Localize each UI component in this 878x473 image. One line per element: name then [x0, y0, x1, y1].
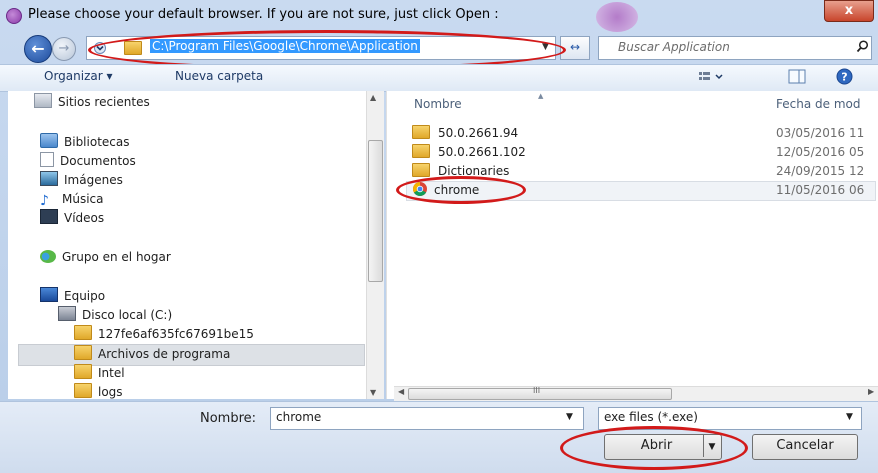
file-date: 03/05/2016 11	[776, 126, 865, 140]
column-header-name[interactable]: Nombre	[414, 97, 462, 111]
close-button[interactable]: x	[824, 0, 874, 22]
back-button[interactable]: ←	[24, 35, 52, 63]
scroll-up-icon[interactable]: ▲	[370, 93, 376, 102]
search-placeholder: Buscar Application	[618, 40, 730, 54]
file-date: 12/05/2016 05	[776, 145, 865, 159]
forward-button[interactable]: →	[52, 37, 76, 61]
file-date: 24/09/2015 12	[776, 164, 865, 178]
scroll-down-icon[interactable]: ▼	[370, 388, 376, 397]
sidebar-item-recent[interactable]: Sitios recientes	[34, 93, 150, 112]
chrome-annotation-ellipse	[396, 176, 526, 204]
cancel-button[interactable]: Cancelar	[752, 434, 858, 460]
drive-icon	[58, 306, 76, 321]
organize-menu[interactable]: Organizar ▾	[44, 69, 113, 83]
sort-ascending-icon: ▲	[538, 92, 544, 100]
music-icon: ♪	[40, 193, 49, 209]
folder-icon	[412, 125, 430, 139]
file-type-value: exe files (*.exe)	[604, 410, 698, 424]
folder-icon	[74, 325, 92, 340]
filename-value[interactable]: chrome	[276, 410, 321, 424]
sidebar-item-libraries[interactable]: Bibliotecas	[40, 133, 129, 152]
computer-icon	[40, 287, 58, 302]
filename-dropdown-icon[interactable]: ▼	[566, 412, 573, 422]
filename-label: Nombre:	[200, 411, 257, 426]
column-header-date[interactable]: Fecha de mod	[776, 97, 860, 111]
folder-icon	[412, 144, 430, 158]
open-annotation-ellipse	[560, 426, 748, 470]
sidebar-scroll-thumb[interactable]	[368, 140, 383, 282]
file-row[interactable]: 50.0.2661.102	[412, 143, 526, 162]
sidebar-item-documents[interactable]: Documentos	[40, 152, 136, 171]
file-date: 11/05/2016 06	[776, 183, 865, 197]
sidebar-item-intel[interactable]: Intel	[74, 364, 125, 383]
view-options-icon[interactable]	[698, 70, 726, 87]
folder-icon	[74, 345, 92, 360]
preview-pane-icon[interactable]	[788, 69, 806, 87]
app-icon	[6, 8, 22, 24]
sidebar-item-logs[interactable]: logs	[74, 383, 123, 402]
sidebar-item-local-disk[interactable]: Disco local (C:)	[58, 306, 172, 325]
recent-places-icon	[34, 93, 52, 108]
sidebar-item-music[interactable]: ♪ Música	[40, 190, 104, 209]
search-icon[interactable]	[856, 40, 869, 56]
sidebar-item-pictures[interactable]: Imágenes	[40, 171, 123, 190]
folder-icon	[74, 364, 92, 379]
sidebar-item-videos[interactable]: Vídeos	[40, 209, 104, 228]
folder-icon	[412, 163, 430, 177]
sidebar-item-homegroup[interactable]: Grupo en el hogar	[40, 248, 171, 267]
file-row[interactable]: 50.0.2661.94	[412, 124, 518, 143]
videos-icon	[40, 209, 58, 224]
dialog-title: Please choose your default browser. If y…	[28, 7, 499, 22]
libraries-icon	[40, 133, 58, 148]
homegroup-icon	[40, 250, 56, 263]
documents-icon	[40, 152, 54, 167]
file-type-dropdown-icon[interactable]: ▼	[846, 412, 853, 422]
sidebar-item-computer[interactable]: Equipo	[40, 287, 105, 306]
help-icon[interactable]: ?	[836, 68, 853, 88]
svg-text:?: ?	[841, 71, 847, 84]
sidebar-item-program-files[interactable]: Archivos de programa	[74, 345, 230, 364]
scroll-right-icon[interactable]: ▶	[868, 387, 874, 396]
new-folder-button[interactable]: Nueva carpeta	[175, 69, 263, 83]
folder-icon	[74, 383, 92, 398]
sidebar-item-folder-hash[interactable]: 127fe6af635fc67691be15	[74, 325, 254, 344]
pictures-icon	[40, 171, 58, 186]
command-toolbar	[0, 64, 878, 92]
scroll-grip: III	[533, 386, 541, 395]
scroll-left-icon[interactable]: ◀	[398, 387, 404, 396]
window-decoration	[596, 2, 638, 32]
